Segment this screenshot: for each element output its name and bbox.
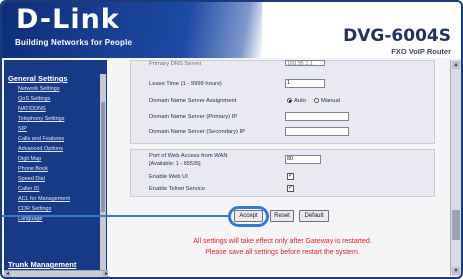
- content-scrollbar-thumb[interactable]: [452, 210, 460, 240]
- browser-frame: D-Link Building Networks for People DVG-…: [0, 0, 463, 279]
- sidebar-item-qos-settings[interactable]: QoS Settings: [18, 96, 50, 102]
- web-access-port-input[interactable]: 80: [285, 155, 321, 164]
- device-model-subtitle: FXO VoIP Router: [391, 47, 451, 56]
- sidebar-item-cdr-settings[interactable]: CDR Settings: [18, 206, 51, 212]
- sidebar-item-caller-id[interactable]: Caller ID: [18, 186, 39, 192]
- web-access-port-label: Port of Web Access from WAN: [149, 153, 228, 159]
- sidebar-item-calls-and-features[interactable]: Calls and Features: [18, 136, 64, 142]
- callout-pointer-line: [2, 215, 229, 217]
- dlink-logo: D-Link: [16, 4, 120, 35]
- reset-button[interactable]: Reset: [270, 210, 294, 222]
- enable-web-ui-checkbox[interactable]: ✓: [287, 173, 294, 180]
- web-access-port-hint: [Available: 1 - 65535]: [149, 161, 201, 167]
- sidebar-heading-trunk-management[interactable]: Trunk Management: [8, 260, 76, 269]
- sidebar-item-network-settings[interactable]: Network Settings: [18, 86, 60, 92]
- sidebar: General Settings Network Settings QoS Se…: [4, 60, 107, 276]
- page-header: D-Link Building Networks for People DVG-…: [2, 2, 461, 58]
- dns-secondary-ip-input[interactable]: [285, 127, 349, 136]
- enable-telnet-checkbox[interactable]: ✓: [287, 185, 294, 192]
- sidebar-item-sip[interactable]: SIP: [18, 126, 27, 132]
- dns-manual-radio[interactable]: [314, 98, 319, 103]
- primary-dns-server-label: Primary DNS Server: [149, 61, 202, 67]
- enable-web-ui-label: Enable Web UI: [149, 174, 188, 180]
- lease-time-input[interactable]: 1: [285, 79, 325, 88]
- lease-time-label: Lease Time (1 - 9999 hours): [149, 81, 222, 87]
- restart-warning-line2: Please save all settings before restart …: [205, 249, 360, 256]
- sidebar-horizontal-scrollbar[interactable]: ◂ ▸: [4, 270, 110, 277]
- sidebar-scrollbar-thumb[interactable]: [101, 102, 105, 212]
- sidebar-heading-general-settings[interactable]: General Settings: [8, 74, 68, 83]
- scroll-up-arrow-icon[interactable]: ▴: [452, 61, 460, 69]
- dns-manual-label: Manual: [321, 98, 341, 104]
- dns-assignment-label: Domain Name Server Assignment: [149, 98, 237, 104]
- sidebar-item-phone-book[interactable]: Phone Book: [18, 166, 48, 172]
- scroll-down-arrow-icon[interactable]: ▾: [452, 267, 460, 275]
- accept-button-highlight: [228, 206, 269, 227]
- sidebar-item-telephony-settings[interactable]: Telephony Settings: [18, 116, 64, 122]
- restart-warning-line1: All settings will take effect only after…: [193, 238, 372, 245]
- default-button[interactable]: Default: [299, 210, 329, 222]
- scroll-left-arrow-icon[interactable]: ◂: [4, 271, 11, 277]
- header-banner: D-Link Building Networks for People: [2, 2, 262, 58]
- dns-auto-label: Auto: [294, 98, 306, 104]
- dns-primary-ip-input[interactable]: [285, 112, 349, 121]
- logo-tagline: Building Networks for People: [15, 38, 133, 47]
- sidebar-item-advanced-options[interactable]: Advanced Options: [18, 146, 63, 152]
- sidebar-item-digit-map[interactable]: Digit Map: [18, 156, 41, 162]
- dns-primary-ip-label: Domain Name Server (Primary) IP: [149, 114, 238, 120]
- device-model: DVG-6004S: [343, 26, 451, 46]
- content-scrollbar[interactable]: ▴ ▾: [450, 60, 461, 276]
- sidebar-item-nat-ddns[interactable]: NAT/DDNS: [18, 106, 46, 112]
- primary-dns-server-input[interactable]: 168.95.1.1: [285, 60, 325, 67]
- sidebar-item-speed-dial[interactable]: Speed Dial: [18, 176, 45, 182]
- dns-auto-radio[interactable]: [287, 98, 292, 103]
- enable-telnet-label: Enable Telnet Service: [149, 186, 205, 192]
- dns-secondary-ip-label: Domain Name Server (Secondary) IP: [149, 129, 246, 135]
- sidebar-item-acl-for-management[interactable]: ACL for Management: [18, 196, 70, 202]
